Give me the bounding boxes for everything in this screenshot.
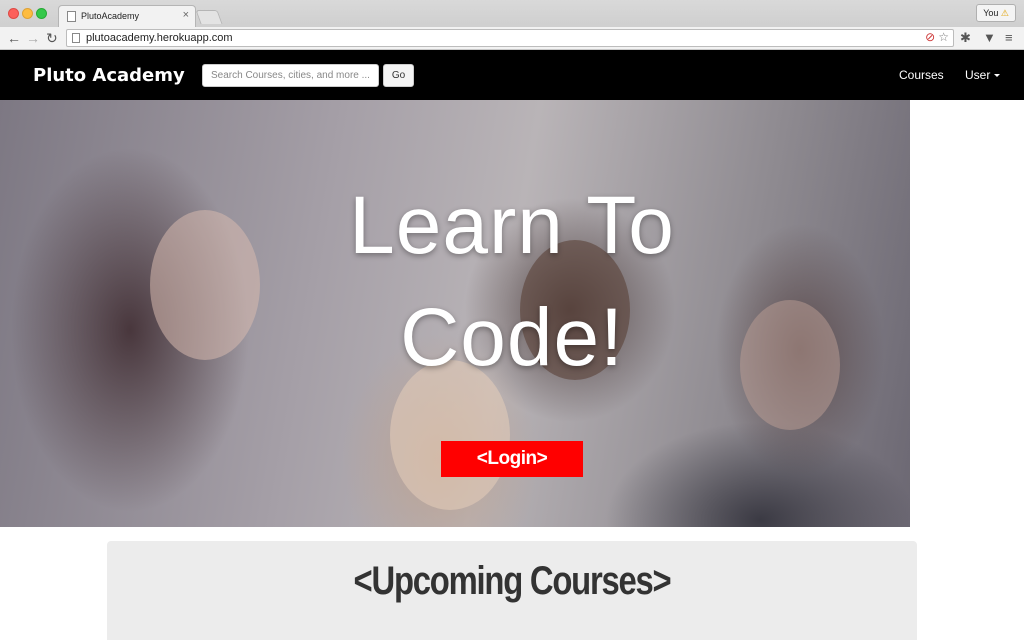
menu-icon[interactable]: ≡	[1005, 30, 1013, 46]
puzzle-icon[interactable]: ✱	[960, 30, 971, 46]
back-icon[interactable]: ←	[7, 30, 21, 46]
new-tab-button[interactable]	[195, 10, 223, 24]
close-window-icon[interactable]	[8, 8, 19, 19]
hero-title: Learn To Code!	[0, 170, 1024, 394]
login-button[interactable]: <Login>	[441, 441, 583, 477]
browser-toolbar: ← → ↻ plutoacademy.herokuapp.com ⊘ ☆ ✱ ▼ …	[0, 27, 1024, 50]
user-dropdown-label: User	[965, 68, 991, 82]
tab-title: PlutoAcademy	[81, 11, 140, 21]
go-button[interactable]: Go	[383, 64, 414, 87]
hero-title-line: Learn To	[349, 180, 675, 271]
minimize-window-icon[interactable]	[22, 8, 33, 19]
page-icon	[72, 33, 80, 43]
browser-tab[interactable]: PlutoAcademy ×	[58, 5, 196, 27]
warning-icon: ⚠	[1000, 8, 1009, 18]
url-text[interactable]: plutoacademy.herokuapp.com	[86, 32, 233, 44]
star-icon[interactable]: ☆	[938, 30, 949, 44]
forward-icon[interactable]: →	[26, 30, 40, 46]
upcoming-courses-heading: <Upcoming Courses>	[353, 559, 672, 603]
hero-title-line: Code!	[400, 292, 624, 383]
reload-icon[interactable]: ↻	[46, 30, 58, 46]
blocked-icon[interactable]: ⊘	[925, 30, 935, 44]
search-input[interactable]	[202, 64, 379, 87]
maximize-window-icon[interactable]	[36, 8, 47, 19]
caret-down-icon	[994, 74, 1001, 78]
pocket-icon[interactable]: ▼	[983, 30, 996, 46]
profile-button[interactable]: You ⚠	[976, 4, 1016, 22]
address-bar[interactable]: plutoacademy.herokuapp.com ⊘ ☆	[66, 29, 954, 47]
brand-logo[interactable]: Pluto Academy	[33, 65, 185, 86]
page-icon	[67, 11, 76, 22]
nav-link-courses[interactable]: Courses	[899, 68, 944, 82]
user-dropdown[interactable]: User	[965, 68, 1001, 82]
tab-close-icon[interactable]: ×	[183, 9, 189, 21]
profile-label: You	[983, 8, 999, 18]
upcoming-courses-panel: <Upcoming Courses>	[107, 541, 917, 640]
browser-tabstrip: PlutoAcademy × You ⚠	[0, 0, 1024, 27]
site-navbar: Pluto Academy Go Courses User	[0, 50, 1024, 100]
